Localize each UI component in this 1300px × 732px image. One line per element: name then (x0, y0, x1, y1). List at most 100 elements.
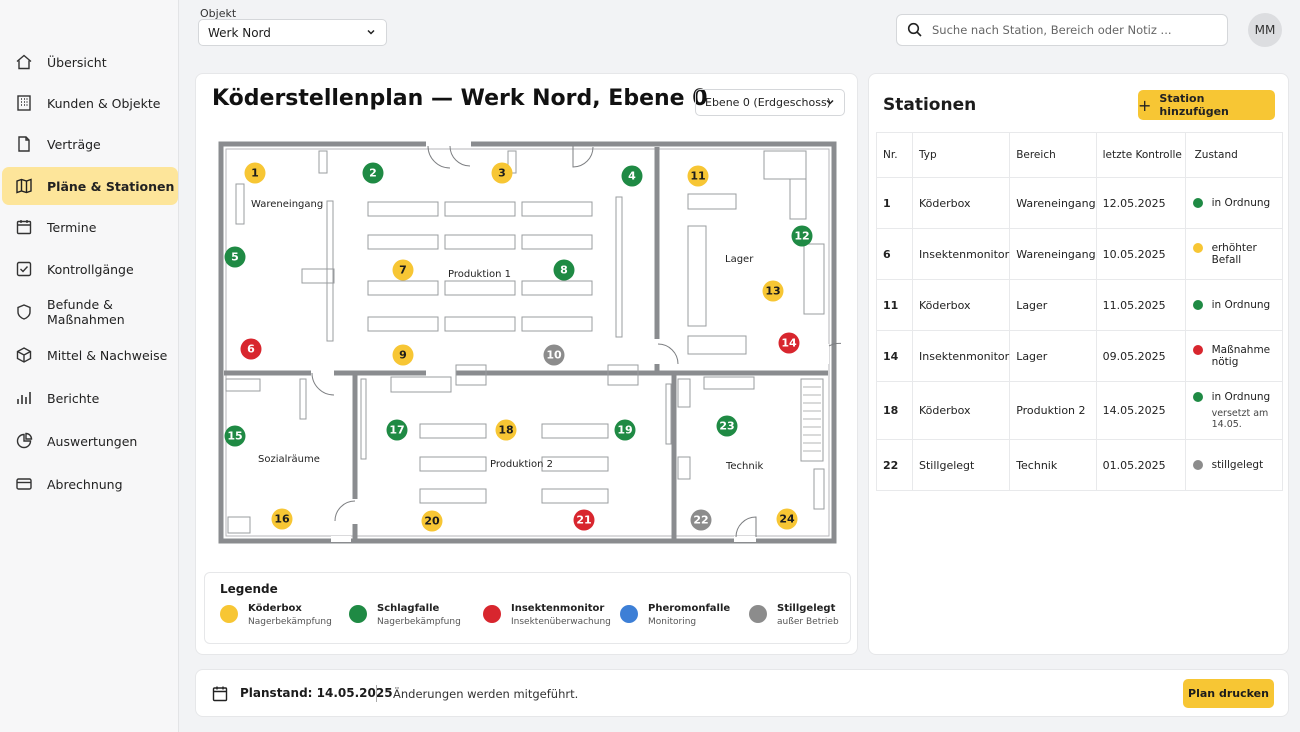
cell-nr: 22 (876, 439, 913, 491)
sidebar-item-label: Übersicht (47, 54, 107, 70)
station-marker-1[interactable]: 1 (244, 162, 266, 184)
room-label-produktion-2: Produktion 2 (490, 459, 554, 470)
sidebar-item-kontrollgaenge[interactable]: Kontrollgänge (2, 250, 178, 288)
legend-item-insektenmonitor: Insektenmonitor Insektenüberwachung (483, 603, 611, 627)
station-marker-11[interactable]: 11 (687, 165, 709, 187)
station-marker-3[interactable]: 3 (491, 162, 513, 184)
legend-item-sub: Monitoring (648, 617, 697, 627)
cell-nr: 6 (876, 228, 913, 280)
cell-typ: Köderbox (911, 381, 1011, 440)
status-text: erhöhter Befall (1211, 242, 1257, 266)
sidebar-item-befunde[interactable]: Befunde & Maßnahmen (2, 293, 178, 331)
koederbox-dot-icon (220, 605, 238, 623)
station-marker-17[interactable]: 17 (386, 419, 408, 441)
status-indicator: stillgelegt (1192, 459, 1282, 471)
column-header-nr[interactable]: Nr. (876, 132, 913, 178)
station-marker-12[interactable]: 12 (791, 225, 813, 247)
sidebar-item-label: Mittel & Nachweise (47, 347, 168, 363)
sidebar-item-uebersicht[interactable]: Übersicht (2, 43, 178, 81)
station-marker-10[interactable]: 10 (543, 344, 565, 366)
cell-nr: 18 (876, 381, 913, 440)
station-marker-7[interactable]: 7 (392, 259, 414, 281)
legend-item-sub: Insektenüberwachung (511, 617, 611, 627)
search-icon (907, 22, 923, 38)
column-header-zustand[interactable]: Zustand (1184, 132, 1284, 178)
plan-stand: Planstand: 14.05.2025 (240, 686, 393, 700)
credit-card-icon (15, 475, 33, 493)
sidebar-item-plaene[interactable]: Pläne & Stationen (2, 167, 178, 205)
station-marker-21[interactable]: 21 (573, 509, 595, 531)
avatar[interactable]: MM (1248, 13, 1282, 47)
legend-item-sub: Nagerbekämpfung (248, 617, 332, 627)
sidebar-item-label: Verträge (47, 136, 101, 152)
station-marker-6[interactable]: 6 (240, 338, 262, 360)
status-indicator: in Ordnung versetzt am 14.05. (1192, 391, 1282, 430)
status-dot-icon (1192, 392, 1203, 402)
cell-typ: Köderbox (911, 279, 1011, 331)
table-row[interactable]: 1 Köderbox Wareneingang 12.05.2025 in Ordnun… (876, 177, 1284, 229)
sidebar-item-berichte[interactable]: Berichte (2, 379, 178, 417)
sidebar-item-mittel[interactable]: Mittel & Nachweise (2, 336, 178, 374)
table-row[interactable]: 14 Insektenmonitor Lager 09.05.2025 Maßnahme… (876, 330, 1284, 382)
table-row[interactable]: 11 Köderbox Lager 11.05.2025 in Ordnung (876, 279, 1284, 331)
status-dot-icon (1192, 345, 1203, 355)
level-select[interactable]: Ebene 0 (Erdgeschoss) (695, 89, 845, 116)
station-marker-4[interactable]: 4 (621, 165, 643, 187)
station-marker-2[interactable]: 2 (362, 162, 384, 184)
column-header-typ[interactable]: Typ (911, 132, 1011, 178)
station-marker-19[interactable]: 19 (614, 419, 636, 441)
search-input[interactable] (932, 23, 1212, 37)
status-dot-icon (1192, 300, 1203, 310)
station-marker-20[interactable]: 20 (421, 510, 443, 532)
cell-kontrolle: 14.05.2025 (1095, 381, 1186, 440)
sidebar-item-vertraege[interactable]: Verträge (2, 125, 178, 163)
station-marker-13[interactable]: 13 (762, 280, 784, 302)
status-text: in Ordnung (1211, 391, 1271, 403)
sidebar-item-termine[interactable]: Termine (2, 208, 178, 246)
cell-zustand: in Ordnung (1184, 279, 1284, 331)
room-label-sozialraeume: Sozialräume (258, 454, 320, 465)
column-header-bereich[interactable]: Bereich (1009, 132, 1097, 178)
station-marker-14[interactable]: 14 (778, 332, 800, 354)
station-marker-5[interactable]: 5 (224, 246, 246, 268)
cell-zustand: erhöhter Befall (1184, 228, 1284, 280)
station-marker-8[interactable]: 8 (553, 259, 575, 281)
calendar-icon (15, 218, 33, 236)
sidebar-item-auswertungen[interactable]: Auswertungen (2, 422, 178, 460)
station-marker-22[interactable]: 22 (690, 509, 712, 531)
building-icon (15, 94, 33, 112)
table-row[interactable]: 18 Köderbox Produktion 2 14.05.2025 in Ordnu… (876, 381, 1284, 440)
station-marker-16[interactable]: 16 (271, 508, 293, 530)
table-row[interactable]: 22 Stillgelegt Technik 01.05.2025 stillgeleg… (876, 439, 1284, 491)
legend-item-name: Stillgelegt (777, 603, 836, 614)
legend-item-sub: außer Betrieb (777, 617, 839, 627)
station-marker-15[interactable]: 15 (224, 425, 246, 447)
table-row[interactable]: 6 Insektenmonitor Wareneingang 10.05.2025 er… (876, 228, 1284, 280)
station-marker-24[interactable]: 24 (776, 508, 798, 530)
station-marker-9[interactable]: 9 (392, 344, 414, 366)
status-indicator: in Ordnung (1192, 197, 1282, 209)
sidebar-item-abrechnung[interactable]: Abrechnung (2, 465, 178, 503)
object-select-value: Werk Nord (208, 25, 271, 40)
level-select-value: Ebene 0 (Erdgeschoss) (705, 96, 831, 109)
cell-typ: Insektenmonitor (911, 228, 1011, 280)
print-plan-button[interactable]: Plan drucken (1183, 679, 1274, 708)
status-dot-icon (1192, 198, 1203, 208)
box-icon (15, 346, 33, 364)
add-station-button[interactable]: + Station hinzufügen (1138, 90, 1275, 120)
stillgelegt-dot-icon (749, 605, 767, 623)
station-marker-18[interactable]: 18 (495, 419, 517, 441)
object-select[interactable]: Werk Nord (198, 19, 387, 46)
station-marker-23[interactable]: 23 (716, 415, 738, 437)
sidebar-item-kunden[interactable]: Kunden & Objekte (2, 84, 178, 122)
column-header-kontrolle[interactable]: letzte Kontrolle (1095, 132, 1186, 178)
floor-plan: Wareneingang Produktion 1 Lager Sozialrä… (216, 139, 841, 549)
legend-item-pheromonfalle: Pheromonfalle Monitoring (620, 603, 730, 627)
legend: Legende Köderbox Nagerbekämpfung Schlagfa… (204, 572, 851, 644)
stations-title: Stationen (883, 95, 977, 115)
add-station-label: Station hinzufügen (1159, 92, 1229, 118)
cell-kontrolle: 11.05.2025 (1095, 279, 1186, 331)
cell-nr: 11 (876, 279, 913, 331)
cell-kontrolle: 01.05.2025 (1095, 439, 1186, 491)
sidebar-item-label: Befunde & Maßnahmen (47, 297, 125, 327)
